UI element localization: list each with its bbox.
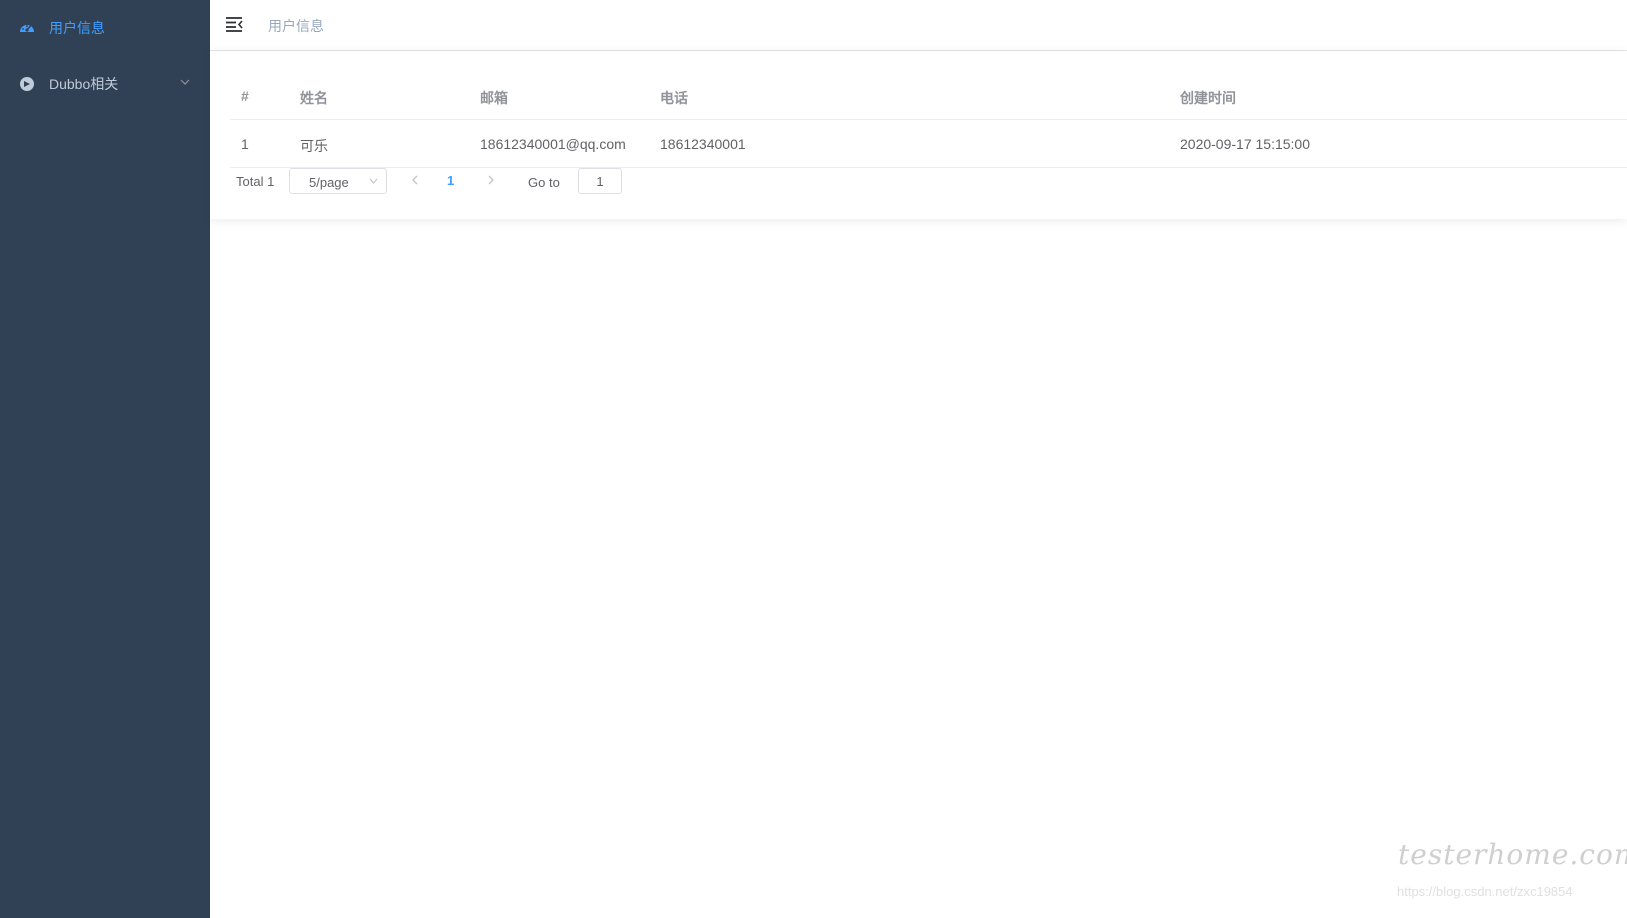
column-header-email: 邮箱 xyxy=(480,90,508,106)
user-table: # 姓名 邮箱 电话 创建时间 1 可乐 18612340001@qq.com … xyxy=(230,72,1627,168)
sidebar: 用户信息 Dubbo相关 xyxy=(0,0,210,918)
next-page-button[interactable] xyxy=(486,173,496,187)
column-header-created-time: 创建时间 xyxy=(1180,90,1236,106)
column-header-name: 姓名 xyxy=(300,90,328,106)
cell-phone: 18612340001 xyxy=(660,136,746,152)
sidebar-item-label: 用户信息 xyxy=(49,20,105,36)
column-header-phone: 电话 xyxy=(660,90,688,106)
column-header-index: # xyxy=(241,88,249,104)
cell-name: 可乐 xyxy=(300,138,328,154)
hamburger-icon[interactable] xyxy=(226,16,244,32)
dashboard-icon xyxy=(20,25,34,32)
page-size-value: 5/page xyxy=(309,175,349,190)
sidebar-item-user-info[interactable]: 用户信息 xyxy=(0,0,210,56)
prev-page-button[interactable] xyxy=(410,173,420,187)
breadcrumb: 用户信息 xyxy=(268,18,324,34)
goto-label: Go to xyxy=(528,175,560,190)
cell-email: 18612340001@qq.com xyxy=(480,136,626,152)
sidebar-item-dubbo[interactable]: Dubbo相关 xyxy=(0,56,210,112)
chevron-down-icon xyxy=(369,178,378,184)
table-header: # 姓名 邮箱 电话 创建时间 xyxy=(230,72,1627,120)
navbar: 用户信息 xyxy=(210,0,1627,51)
cell-created-time: 2020-09-17 15:15:00 xyxy=(1180,136,1310,152)
chevron-down-icon xyxy=(180,79,190,85)
pagination-total: Total 1 xyxy=(236,174,275,189)
table-row: 1 可乐 18612340001@qq.com 18612340001 2020… xyxy=(230,120,1627,168)
sidebar-item-label: Dubbo相关 xyxy=(49,76,119,92)
goto-page-input[interactable] xyxy=(578,168,622,194)
watermark-url: https://blog.csdn.net/zxc19854 xyxy=(1397,884,1573,899)
page-size-select[interactable]: 5/page xyxy=(289,168,387,194)
component-icon xyxy=(20,77,34,91)
user-table-card: # 姓名 邮箱 电话 创建时间 1 可乐 18612340001@qq.com … xyxy=(210,51,1627,219)
watermark-logo: testerhome.com xyxy=(1398,838,1627,871)
page-number-current[interactable]: 1 xyxy=(447,173,454,188)
cell-index: 1 xyxy=(241,136,249,152)
